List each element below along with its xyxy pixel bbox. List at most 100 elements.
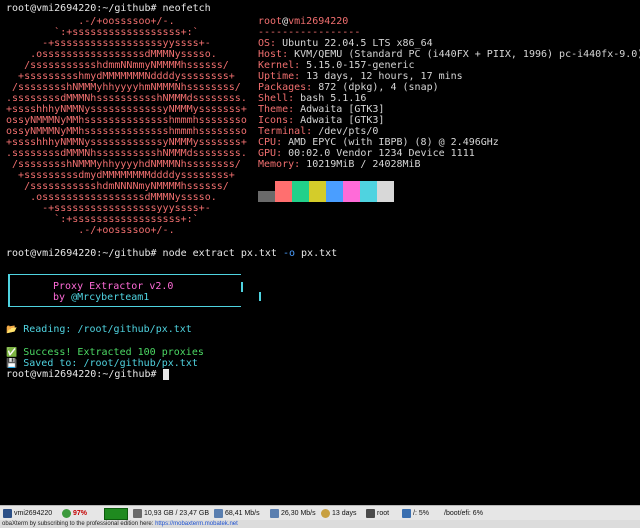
info-key: Kernel: [258, 60, 295, 71]
info-key: Host: [258, 49, 283, 60]
ascii-logo-line: /ssssssssssshdmNNNNmyNMMMMhssssss/: [0, 181, 229, 192]
ascii-logo-line: /ssssssssssshdmmNNmmyNMMMMhssssss/: [0, 60, 229, 71]
download-icon: [270, 509, 279, 518]
info-row: Icons: Adwaita [GTK3]: [258, 115, 385, 126]
palette-swatch-bright: [326, 181, 343, 191]
prompt-line-current[interactable]: root@vmi2694220:~/github#: [6, 369, 169, 380]
info-key: CPU: [258, 137, 277, 148]
status-net-up[interactable]: 68,41 Mb/s: [214, 508, 260, 519]
banner-border-top: [9, 274, 241, 275]
ascii-logo-line: .osssssssssssssssssdMMMNysssso.: [0, 49, 217, 60]
info-key: Theme: [258, 104, 289, 115]
info-value: 00:02.0 Vendor 1234 Device 1111: [288, 148, 475, 159]
upload-icon: [214, 509, 223, 518]
info-row: Uptime: 13 days, 12 hours, 17 mins: [258, 71, 463, 82]
prompt-line-neofetch: root@vmi2694220:~/github# neofetch: [6, 3, 211, 14]
terminal-window[interactable]: root@vmi2694220:~/github# neofetch .-/+o…: [0, 0, 640, 505]
palette-swatch-bright: [258, 181, 275, 191]
palette-swatch-normal: [275, 191, 292, 202]
palette-swatch-normal: [343, 191, 360, 202]
text-cursor: [162, 369, 169, 380]
info-key: Icons: [258, 115, 289, 126]
palette-swatch-bright: [360, 181, 377, 191]
info-value: Adwaita [GTK3]: [300, 115, 385, 126]
info-row: Theme: Adwaita [GTK3]: [258, 104, 385, 115]
palette-swatch-normal: [309, 191, 326, 202]
info-row: Shell: bash 5.1.16: [258, 93, 367, 104]
ascii-logo-line: .-/+oossssoo+/-.: [0, 16, 175, 27]
palette-swatch-normal: [292, 191, 309, 202]
ascii-logo-line: .-/+oossssoo+/-.: [0, 225, 175, 236]
ascii-logo-line: ossyNMMMNyMMhsssssssssssssshmmmhssssssso: [0, 115, 247, 126]
info-key: GPU: [258, 148, 277, 159]
memory-icon: [133, 509, 142, 518]
status-disk[interactable]: 10,93 GB / 23,47 GB: [133, 508, 209, 519]
info-value: 10219MiB / 24028MiB: [306, 159, 421, 170]
status-user[interactable]: root: [366, 508, 389, 519]
ascii-logo-line: +ssssssssshmydMMMMMMMNddddyssssssss+: [0, 71, 235, 82]
terminal-icon: [366, 509, 375, 518]
info-separator: -----------------: [258, 27, 361, 38]
status-cpu[interactable]: 97%: [62, 508, 87, 519]
info-row: Kernel: 5.15.0-157-generic: [258, 60, 415, 71]
info-key: Terminal: [258, 126, 307, 137]
mobaxterm-link[interactable]: https://mobaxterm.mobatek.net: [155, 521, 238, 527]
ascii-logo-line: +sssssssssdmydMMMMMMMMddddyssssssss+: [0, 170, 235, 181]
palette-swatch-normal: [258, 191, 275, 202]
banner-border-left: [8, 274, 10, 307]
info-value: 872 (dpkg), 4 (snap): [318, 82, 439, 93]
banner-title: Proxy Extractor v2.0: [53, 281, 174, 292]
ascii-logo-line: +sssshhhyNMMNyssssssssssssyNMMMysssssss+: [0, 104, 247, 115]
banner-border-right-tail: [259, 292, 261, 301]
ascii-logo-line: -+ssssssssssssssssssyyssss+-: [0, 38, 211, 49]
footer-banner: obaXterm by subscribing to the professio…: [0, 520, 640, 528]
status-host[interactable]: vmi2694220: [3, 508, 52, 519]
info-row: OS: Ubuntu 22.04.5 LTS x86_64: [258, 38, 433, 49]
banner-border-right: [241, 282, 243, 292]
info-value: 5.15.0-157-generic: [306, 60, 415, 71]
ascii-logo-line: +sssshhhyNMMNyssssssssssssyNMMMysssssss+: [0, 137, 247, 148]
status-mount-efi[interactable]: /boot/efi: 6%: [444, 508, 483, 519]
info-value: KVM/QEMU (Standard PC (i440FX + PIIX, 19…: [294, 49, 640, 60]
palette-swatch-normal: [377, 191, 394, 202]
info-row: Terminal: /dev/pts/0: [258, 126, 379, 137]
folder-icon: 📂: [6, 325, 18, 335]
info-value: AMD EPYC (with IBPB) (8) @ 2.496GHz: [288, 137, 499, 148]
palette-swatch-bright: [377, 181, 394, 191]
status-net-down[interactable]: 26,30 Mb/s: [270, 508, 316, 519]
clock-icon: [321, 509, 330, 518]
floppy-icon: 💾: [6, 359, 18, 369]
palette-swatch-bright: [292, 181, 309, 191]
ascii-logo-line: ossyNMMMNyMMhsssssssssssssshmmmhssssssso: [0, 126, 247, 137]
info-key: Shell: [258, 93, 289, 104]
ascii-logo-line: .osssssssssssssssssdMMMNysssso.: [0, 192, 217, 203]
cpu-graph: [104, 507, 128, 520]
monitor-icon: [3, 509, 12, 518]
info-value: /dev/pts/0: [318, 126, 379, 137]
ascii-logo-line: .ssssssssdMMMNhsssssssssshNMMMdssssssss.: [0, 93, 247, 104]
info-value: bash 5.1.16: [300, 93, 367, 104]
info-row: GPU: 00:02.0 Vendor 1234 Device 1111: [258, 148, 475, 159]
status-mount-root[interactable]: /: 5%: [402, 508, 429, 519]
status-uptime[interactable]: 13 days: [321, 508, 357, 519]
info-key: Memory: [258, 159, 295, 170]
info-value: Ubuntu 22.04.5 LTS x86_64: [282, 38, 433, 49]
palette-swatch-bright: [343, 181, 360, 191]
palette-swatch-normal: [360, 191, 377, 202]
banner-border-bottom: [9, 306, 241, 307]
ascii-logo-line: .ssssssssdMMMNhsssssssssshNMMMdssssssss.: [0, 148, 247, 159]
info-value: Adwaita [GTK3]: [300, 104, 385, 115]
ascii-logo-line: `:+ssssssssssssssssss+:`: [0, 27, 199, 38]
info-row: Packages: 872 (dpkg), 4 (snap): [258, 82, 439, 93]
info-row: Memory: 10219MiB / 24028MiB: [258, 159, 421, 170]
info-key: Packages: [258, 82, 307, 93]
status-bar: vmi2694220 97% 10,93 GB / 23,47 GB 68,41…: [0, 505, 640, 521]
host-title: root@vmi2694220: [258, 16, 349, 27]
status-cpu-graph: [104, 507, 128, 520]
ascii-logo-line: -+sssssssssssssssssyyyssss+-: [0, 203, 211, 214]
info-row: CPU: AMD EPYC (with IBPB) (8) @ 2.496GHz: [258, 137, 499, 148]
reading-line: 📂 Reading: /root/github/px.txt: [6, 324, 192, 335]
prompt-line-node: root@vmi2694220:~/github# node extract p…: [6, 248, 338, 259]
cpu-icon: [62, 509, 71, 518]
check-icon: ✅: [6, 348, 18, 358]
